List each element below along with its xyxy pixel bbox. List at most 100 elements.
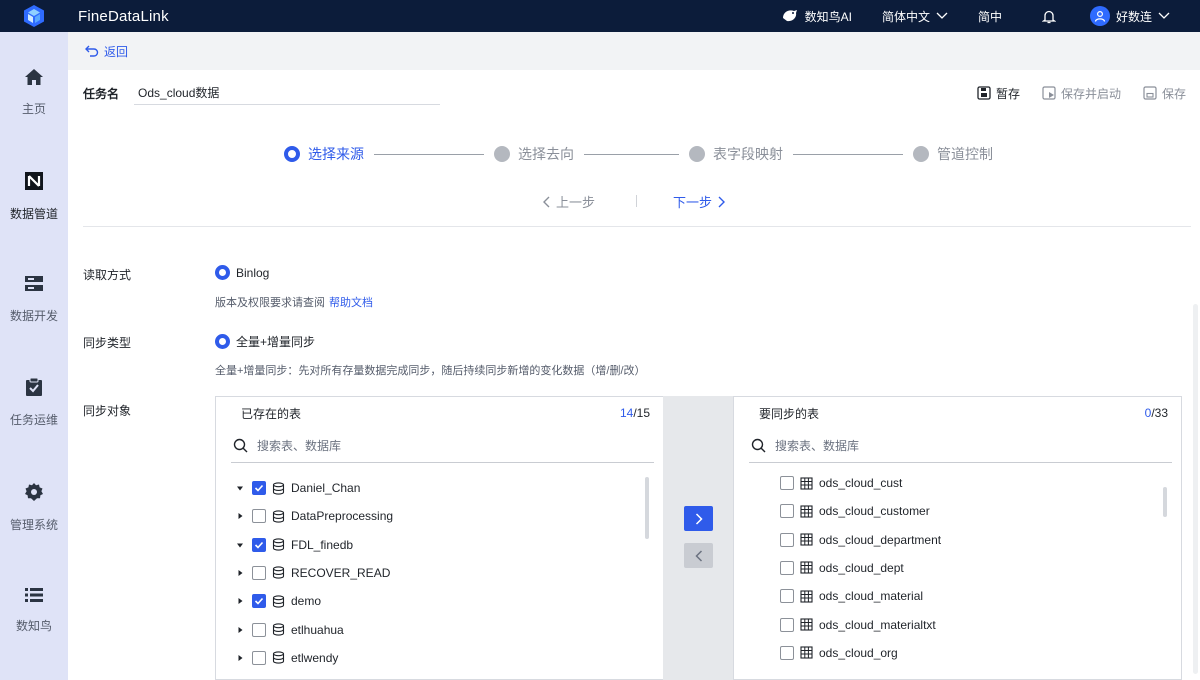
move-right-button[interactable] <box>684 506 713 531</box>
app-logo-icon[interactable] <box>0 0 68 32</box>
prev-step-button[interactable]: 上一步 <box>542 192 595 211</box>
read-mode-option[interactable]: Binlog <box>215 265 269 280</box>
step-select-target[interactable]: 选择去向 <box>494 144 574 164</box>
chevron-left-icon <box>543 196 550 207</box>
checkbox[interactable] <box>252 537 266 552</box>
database-icon <box>272 481 285 495</box>
back-link[interactable]: 返回 <box>85 43 128 60</box>
table-icon <box>800 590 813 603</box>
chevron-right-icon <box>718 196 726 207</box>
checkbox[interactable] <box>780 532 794 547</box>
notification-button[interactable] <box>1041 9 1056 24</box>
user-name: 好数连 <box>1115 9 1152 24</box>
table-item[interactable]: ods_cloud_org <box>780 643 898 663</box>
next-step-label: 下一步 <box>673 195 713 210</box>
lang-short-toggle[interactable]: 简中 <box>978 8 1002 25</box>
database-icon <box>272 651 285 664</box>
table-item[interactable]: ods_cloud_department <box>780 530 941 550</box>
user-menu[interactable]: 好数连 <box>1089 6 1170 26</box>
caret-right-icon[interactable] <box>234 512 246 520</box>
radio-selected[interactable] <box>215 334 230 349</box>
sidebar-item-shuzhiniao[interactable]: 数知鸟 <box>0 587 68 634</box>
database-icon <box>272 538 285 551</box>
caret-right-icon[interactable] <box>234 597 246 605</box>
checkbox[interactable] <box>780 589 794 604</box>
sync-type-label: 同步类型 <box>83 336 132 350</box>
sidebar-item-home[interactable]: 主页 <box>0 68 68 117</box>
search-box[interactable]: 搜索表、数据库 <box>231 429 654 463</box>
table-item[interactable]: ods_cloud_dept <box>780 558 904 578</box>
sidebar-item-system[interactable]: 管理系统 <box>0 482 68 533</box>
table-item[interactable]: ods_cloud_customer <box>780 501 930 521</box>
step-select-source[interactable]: 选择来源 <box>284 144 364 164</box>
save-button[interactable]: 保存 <box>1143 85 1186 102</box>
server-icon <box>25 276 43 291</box>
database-name: etlwendy <box>291 650 339 665</box>
search-box[interactable]: 搜索表、数据库 <box>749 429 1172 463</box>
caret-right-icon[interactable] <box>234 654 246 662</box>
table-item[interactable]: ods_cloud_cust <box>780 473 902 493</box>
read-mode-hint: 版本及权限要求请查阅 帮助文档 <box>215 294 373 310</box>
scrollbar[interactable] <box>645 477 649 539</box>
save-draft-button[interactable]: 暂存 <box>977 85 1020 102</box>
checkbox[interactable] <box>780 645 794 660</box>
sidebar-item-ops[interactable]: 任务运维 <box>0 377 68 428</box>
save-and-start-button[interactable]: 保存并启动 <box>1042 85 1121 102</box>
caret-down-icon[interactable] <box>234 541 246 549</box>
database-item[interactable]: etlhuahua <box>234 620 344 640</box>
checkbox[interactable] <box>252 650 266 665</box>
sidebar-item-dev[interactable]: 数据开发 <box>0 275 68 324</box>
database-item[interactable]: FDL_finedb <box>234 535 353 555</box>
task-name-input[interactable] <box>134 81 441 105</box>
table-item[interactable]: ods_cloud_material <box>780 586 923 606</box>
sidebar-item-pipeline[interactable]: 数据管道 <box>0 171 68 222</box>
sidebar-item-label: 管理系统 <box>9 518 58 532</box>
step-pipeline-control[interactable]: 管道控制 <box>913 144 993 164</box>
table-name: ods_cloud_department <box>819 532 942 547</box>
draft-icon <box>977 86 991 100</box>
caret-down-icon[interactable] <box>234 484 246 492</box>
save-label: 保存 <box>1161 86 1186 101</box>
existing-tables-panel: 已存在的表 14/15 搜索表、数据库 Daniel_Chan DataPrepr… <box>215 396 664 680</box>
move-left-button[interactable] <box>684 543 713 568</box>
table-name: ods_cloud_dept <box>819 560 904 575</box>
sidebar-item-label: 数据管道 <box>9 207 58 221</box>
step-field-mapping[interactable]: 表字段映射 <box>689 144 783 164</box>
database-item[interactable]: Daniel_Chan <box>234 478 360 498</box>
checkbox[interactable] <box>780 476 794 490</box>
step-indicator <box>284 146 300 162</box>
language-select[interactable]: 简体中文 <box>882 8 948 25</box>
checkbox[interactable] <box>252 622 266 637</box>
checkbox[interactable] <box>252 509 266 524</box>
sidebar-item-label: 数据开发 <box>9 309 58 323</box>
nav-divider <box>636 195 637 207</box>
table-item[interactable]: ods_cloud_materialtxt <box>780 615 936 635</box>
ai-assistant-button[interactable]: 数知鸟AI <box>781 8 852 25</box>
step-indicator <box>689 146 705 162</box>
panel-header: 已存在的表 14/15 <box>216 397 663 429</box>
ai-label: 数知鸟AI <box>804 9 852 24</box>
checkbox[interactable] <box>252 481 266 495</box>
database-name: FDL_finedb <box>291 537 354 552</box>
help-doc-link[interactable]: 帮助文档 <box>329 297 373 309</box>
database-item[interactable]: demo <box>234 591 321 611</box>
checkbox[interactable] <box>780 560 794 575</box>
table-icon <box>800 561 813 574</box>
sync-type-hint: 全量+增量同步：先对所有存量数据完成同步，随后持续同步新增的变化数据（增/删/改… <box>215 365 646 377</box>
database-item[interactable]: RECOVER_READ <box>234 563 390 583</box>
chevron-left-icon <box>694 549 702 562</box>
save-icon <box>1143 86 1157 100</box>
radio-selected[interactable] <box>215 265 230 280</box>
checkbox[interactable] <box>252 594 266 609</box>
caret-right-icon[interactable] <box>234 626 246 634</box>
checkbox[interactable] <box>252 565 266 580</box>
database-item[interactable]: etlwendy <box>234 648 338 668</box>
caret-right-icon[interactable] <box>234 569 246 577</box>
checkbox[interactable] <box>780 617 794 632</box>
database-item[interactable]: DataPreprocessing <box>234 506 393 526</box>
checkbox[interactable] <box>780 504 794 519</box>
page-scrollbar[interactable] <box>1193 304 1198 674</box>
scrollbar[interactable] <box>1163 487 1167 517</box>
next-step-button[interactable]: 下一步 <box>673 192 726 211</box>
sync-type-option[interactable]: 全量+增量同步 <box>215 333 315 350</box>
